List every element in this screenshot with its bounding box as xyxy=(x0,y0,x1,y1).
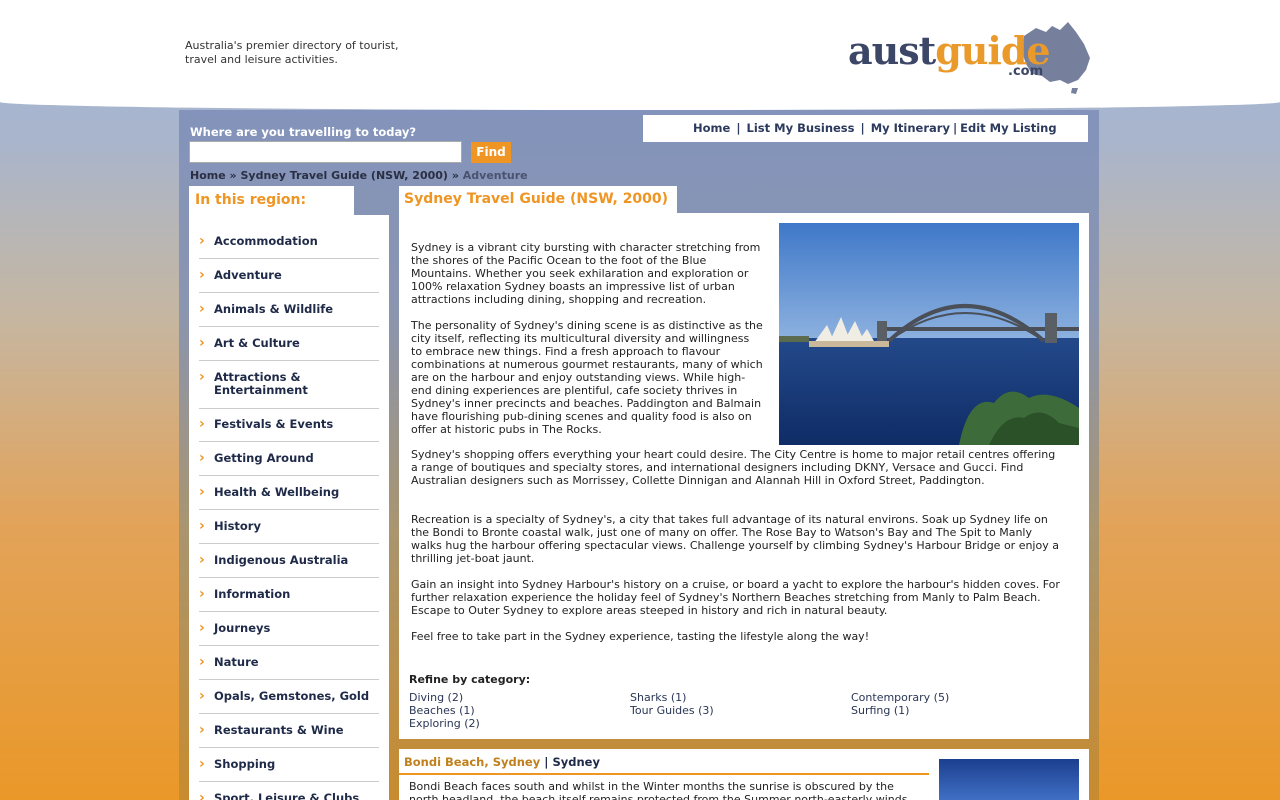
breadcrumb-guide[interactable]: Sydney Travel Guide (NSW, 2000) xyxy=(240,169,447,182)
chevron-right-icon: › xyxy=(199,688,205,704)
region-title: In this region: xyxy=(189,186,354,215)
dining-paragraph: The personality of Sydney's dining scene… xyxy=(411,319,763,436)
nav-home[interactable]: Home xyxy=(693,121,730,135)
chevron-right-icon: › xyxy=(199,335,205,351)
chevron-right-icon: › xyxy=(199,620,205,636)
breadcrumb-current: Adventure xyxy=(462,169,528,182)
chevron-right-icon: › xyxy=(199,722,205,738)
category-link[interactable]: Contemporary (5) xyxy=(851,691,949,704)
chevron-right-icon: › xyxy=(199,369,205,385)
listing-thumbnail[interactable] xyxy=(929,749,1089,800)
category-link[interactable]: Beaches (1) xyxy=(409,704,475,717)
chevron-right-icon: › xyxy=(199,416,205,432)
chevron-right-icon: › xyxy=(199,654,205,670)
site-header: Australia's premier directory of tourist… xyxy=(0,0,1280,110)
category-link[interactable]: Sharks (1) xyxy=(630,691,686,704)
recreation-paragraph: Recreation is a specialty of Sydney's, a… xyxy=(411,513,1059,565)
listing-location[interactable]: Sydney xyxy=(552,755,600,769)
closing-paragraph: Feel free to take part in the Sydney exp… xyxy=(411,630,870,643)
sidebar-item-sport[interactable]: › Sport, Leisure & Clubs xyxy=(199,790,379,800)
chevron-right-icon: › xyxy=(199,450,205,466)
listing-title[interactable]: Bondi Beach, Sydney | Sydney xyxy=(399,749,929,775)
category-link[interactable]: Surfing (1) xyxy=(851,704,909,717)
nav-list-business[interactable]: List My Business xyxy=(747,121,855,135)
chevron-right-icon: › xyxy=(199,484,205,500)
site-tagline: Australia's premier directory of tourist… xyxy=(185,39,399,66)
search-label: Where are you travelling to today? xyxy=(190,125,417,139)
nav-itinerary[interactable]: My Itinerary xyxy=(871,121,950,135)
sidebar-item-animals-wildlife[interactable]: › Animals & Wildlife xyxy=(199,301,379,327)
sidebar-item-adventure[interactable]: › Adventure xyxy=(199,267,379,293)
chevron-right-icon: › xyxy=(199,233,205,249)
sidebar-item-getting-around[interactable]: › Getting Around xyxy=(199,450,379,476)
breadcrumb: Home » Sydney Travel Guide (NSW, 2000) »… xyxy=(190,169,528,182)
page-title: Sydney Travel Guide (NSW, 2000) xyxy=(399,186,677,215)
sidebar-item-journeys[interactable]: › Journeys xyxy=(199,620,379,646)
sidebar-item-opals[interactable]: › Opals, Gemstones, Gold xyxy=(199,688,379,714)
refine-heading: Refine by category: xyxy=(409,673,531,686)
category-link[interactable]: Diving (2) xyxy=(409,691,463,704)
chevron-right-icon: › xyxy=(199,790,205,800)
search-input[interactable] xyxy=(189,141,462,163)
chevron-right-icon: › xyxy=(199,586,205,602)
listing-description: Bondi Beach faces south and whilst in th… xyxy=(399,775,929,800)
sidebar-item-accommodation[interactable]: › Accommodation xyxy=(199,233,379,259)
category-link[interactable]: Exploring (2) xyxy=(409,717,480,730)
chevron-right-icon: › xyxy=(199,301,205,317)
sidebar-item-nature[interactable]: › Nature xyxy=(199,654,379,680)
shopping-paragraph: Sydney's shopping offers everything your… xyxy=(411,448,1056,487)
listing-name[interactable]: Bondi Beach, Sydney xyxy=(404,755,540,769)
find-button[interactable]: Find xyxy=(471,142,511,163)
intro-paragraph: Sydney is a vibrant city bursting with c… xyxy=(411,241,761,306)
sidebar-item-indigenous[interactable]: › Indigenous Australia xyxy=(199,552,379,578)
chevron-right-icon: › xyxy=(199,518,205,534)
chevron-right-icon: › xyxy=(199,552,205,568)
sidebar-item-information[interactable]: › Information xyxy=(199,586,379,612)
region-sidebar: › Accommodation › Adventure › Animals & Wil… xyxy=(189,215,389,800)
chevron-right-icon: › xyxy=(199,756,205,772)
nav-edit-listing[interactable]: Edit My Listing xyxy=(960,121,1056,135)
sidebar-item-restaurants[interactable]: › Restaurants & Wine xyxy=(199,722,379,748)
sidebar-item-health[interactable]: › Health & Wellbeing xyxy=(199,484,379,510)
category-link[interactable]: Tour Guides (3) xyxy=(630,704,714,717)
sidebar-item-attractions[interactable]: › Attractions & Entertainment xyxy=(199,369,379,409)
sidebar-item-art-culture[interactable]: › Art & Culture xyxy=(199,335,379,361)
harbour-paragraph: Gain an insight into Sydney Harbour's hi… xyxy=(411,578,1060,617)
austguide-logo[interactable]: austguide .com xyxy=(846,18,1096,98)
sidebar-item-festivals[interactable]: › Festivals & Events xyxy=(199,416,379,442)
beach-photo xyxy=(939,759,1079,800)
chevron-right-icon: › xyxy=(199,267,205,283)
sydney-harbour-photo xyxy=(779,223,1079,445)
sidebar-item-history[interactable]: › History xyxy=(199,518,379,544)
top-nav: Home | List My Business | My Itinerary | Edit … xyxy=(643,115,1088,142)
sidebar-item-shopping[interactable]: › Shopping xyxy=(199,756,379,782)
breadcrumb-home[interactable]: Home xyxy=(190,169,226,182)
